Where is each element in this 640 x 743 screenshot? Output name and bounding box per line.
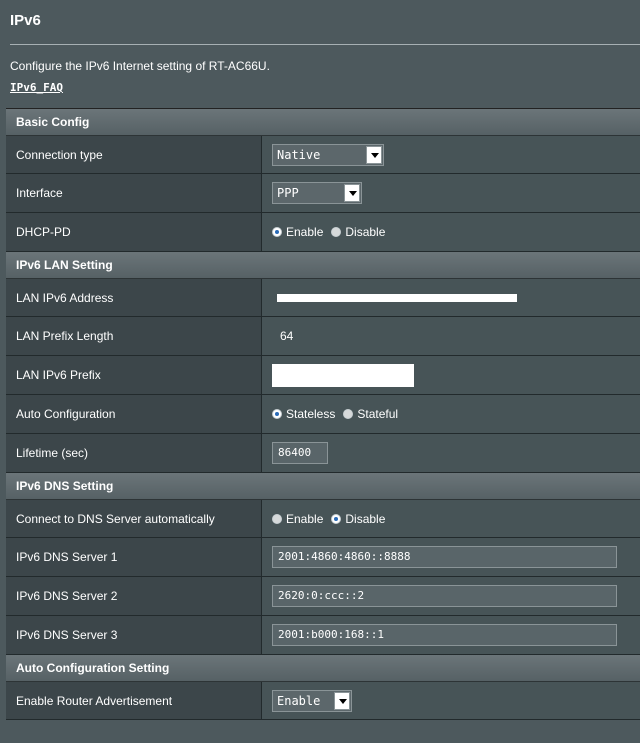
lan-prefix-length-label: LAN Prefix Length: [6, 317, 262, 355]
lan-ipv6-prefix-input[interactable]: [272, 363, 414, 387]
lifetime-cell: 86400: [262, 434, 640, 472]
interface-value: PPP: [277, 186, 299, 200]
title-divider: [10, 44, 640, 45]
auto-configuration-cell: Stateless Stateful: [262, 395, 640, 433]
dns-server-2-row: IPv6 DNS Server 2 2620:0:ccc::2: [6, 577, 640, 616]
auto-dns-row: Connect to DNS Server automatically Enab…: [6, 500, 640, 538]
connection-type-cell: Native: [262, 136, 640, 173]
lan-setting-header: IPv6 LAN Setting: [6, 252, 640, 279]
lan-ipv6-prefix-cell: [262, 356, 640, 394]
auto-dns-label: Connect to DNS Server automatically: [6, 500, 262, 537]
basic-config-header: Basic Config: [6, 109, 640, 136]
dns-server-1-label: IPv6 DNS Server 1: [6, 538, 262, 576]
dhcp-pd-enable-label[interactable]: Enable: [286, 225, 323, 239]
auto-config-setting-header: Auto Configuration Setting: [6, 655, 640, 682]
lan-ipv6-address-cell: [262, 279, 640, 316]
dns-server-3-input[interactable]: 2001:b000:168::1: [272, 624, 617, 646]
router-advertisement-row: Enable Router Advertisement Enable: [6, 682, 640, 720]
lan-ipv6-prefix-row: LAN IPv6 Prefix: [6, 356, 640, 395]
auto-configuration-radio-group: Stateless Stateful: [272, 407, 406, 421]
auto-dns-disable-label[interactable]: Disable: [345, 512, 385, 526]
lifetime-input[interactable]: 86400: [272, 442, 328, 464]
dns-server-3-cell: 2001:b000:168::1: [262, 616, 640, 654]
auto-dns-cell: Enable Disable: [262, 500, 640, 537]
router-advertisement-label: Enable Router Advertisement: [6, 682, 262, 719]
dns-server-2-label: IPv6 DNS Server 2: [6, 577, 262, 615]
lan-prefix-length-value: 64: [280, 329, 294, 343]
auto-dns-radio-group: Enable Disable: [272, 512, 393, 526]
router-advertisement-value: Enable: [277, 693, 321, 708]
dns-server-3-row: IPv6 DNS Server 3 2001:b000:168::1: [6, 616, 640, 655]
interface-label: Interface: [6, 174, 262, 212]
dns-server-3-label: IPv6 DNS Server 3: [6, 616, 262, 654]
interface-cell: PPP: [262, 174, 640, 212]
auto-dns-disable-radio[interactable]: [331, 513, 342, 524]
dns-server-2-input[interactable]: 2620:0:ccc::2: [272, 585, 617, 607]
interface-row: Interface PPP: [6, 174, 640, 213]
lifetime-row: Lifetime (sec) 86400: [6, 434, 640, 473]
settings-table: Basic Config Connection type Native Inte…: [6, 108, 640, 720]
lan-prefix-length-cell: 64: [262, 317, 640, 355]
stateful-label[interactable]: Stateful: [357, 407, 398, 421]
interface-select[interactable]: PPP: [272, 182, 362, 204]
dhcp-pd-label: DHCP-PD: [6, 213, 262, 251]
lan-ipv6-prefix-label: LAN IPv6 Prefix: [6, 356, 262, 394]
dhcp-pd-row: DHCP-PD Enable Disable: [6, 213, 640, 252]
lifetime-label: Lifetime (sec): [6, 434, 262, 472]
stateless-label[interactable]: Stateless: [286, 407, 335, 421]
lan-ipv6-address-row: LAN IPv6 Address: [6, 279, 640, 317]
lan-prefix-length-row: LAN Prefix Length 64: [6, 317, 640, 356]
connection-type-label: Connection type: [6, 136, 262, 173]
dns-server-2-cell: 2620:0:ccc::2: [262, 577, 640, 615]
connection-type-value: Native: [277, 147, 321, 162]
dhcp-pd-disable-label[interactable]: Disable: [345, 225, 385, 239]
dhcp-pd-disable-radio[interactable]: [331, 227, 342, 237]
stateless-radio[interactable]: [272, 409, 282, 419]
router-advertisement-cell: Enable: [262, 682, 640, 719]
auto-configuration-row: Auto Configuration Stateless Stateful: [6, 395, 640, 434]
connection-type-select[interactable]: Native: [272, 143, 384, 166]
page-title: IPv6: [10, 12, 41, 29]
dhcp-pd-enable-radio[interactable]: [272, 227, 282, 237]
dns-server-1-row: IPv6 DNS Server 1 2001:4860:4860::8888: [6, 538, 640, 577]
chevron-down-icon[interactable]: [334, 691, 350, 710]
router-advertisement-select[interactable]: Enable: [272, 689, 352, 712]
ipv6-faq-link[interactable]: IPv6_FAQ: [10, 81, 63, 94]
dhcp-pd-radio-group: Enable Disable: [272, 225, 393, 239]
auto-configuration-label: Auto Configuration: [6, 395, 262, 433]
dns-server-1-cell: 2001:4860:4860::8888: [262, 538, 640, 576]
stateful-radio[interactable]: [343, 409, 354, 419]
chevron-down-icon[interactable]: [366, 145, 382, 164]
page-description: Configure the IPv6 Internet setting of R…: [10, 59, 270, 73]
lan-ipv6-address-label: LAN IPv6 Address: [6, 279, 262, 316]
dns-setting-header: IPv6 DNS Setting: [6, 473, 640, 500]
dhcp-pd-cell: Enable Disable: [262, 213, 640, 251]
chevron-down-icon[interactable]: [344, 184, 360, 202]
dns-server-1-input[interactable]: 2001:4860:4860::8888: [272, 546, 617, 568]
auto-dns-enable-label[interactable]: Enable: [286, 512, 323, 526]
connection-type-row: Connection type Native: [6, 136, 640, 174]
auto-dns-enable-radio[interactable]: [272, 513, 282, 524]
lan-ipv6-address-redacted: [277, 293, 517, 302]
